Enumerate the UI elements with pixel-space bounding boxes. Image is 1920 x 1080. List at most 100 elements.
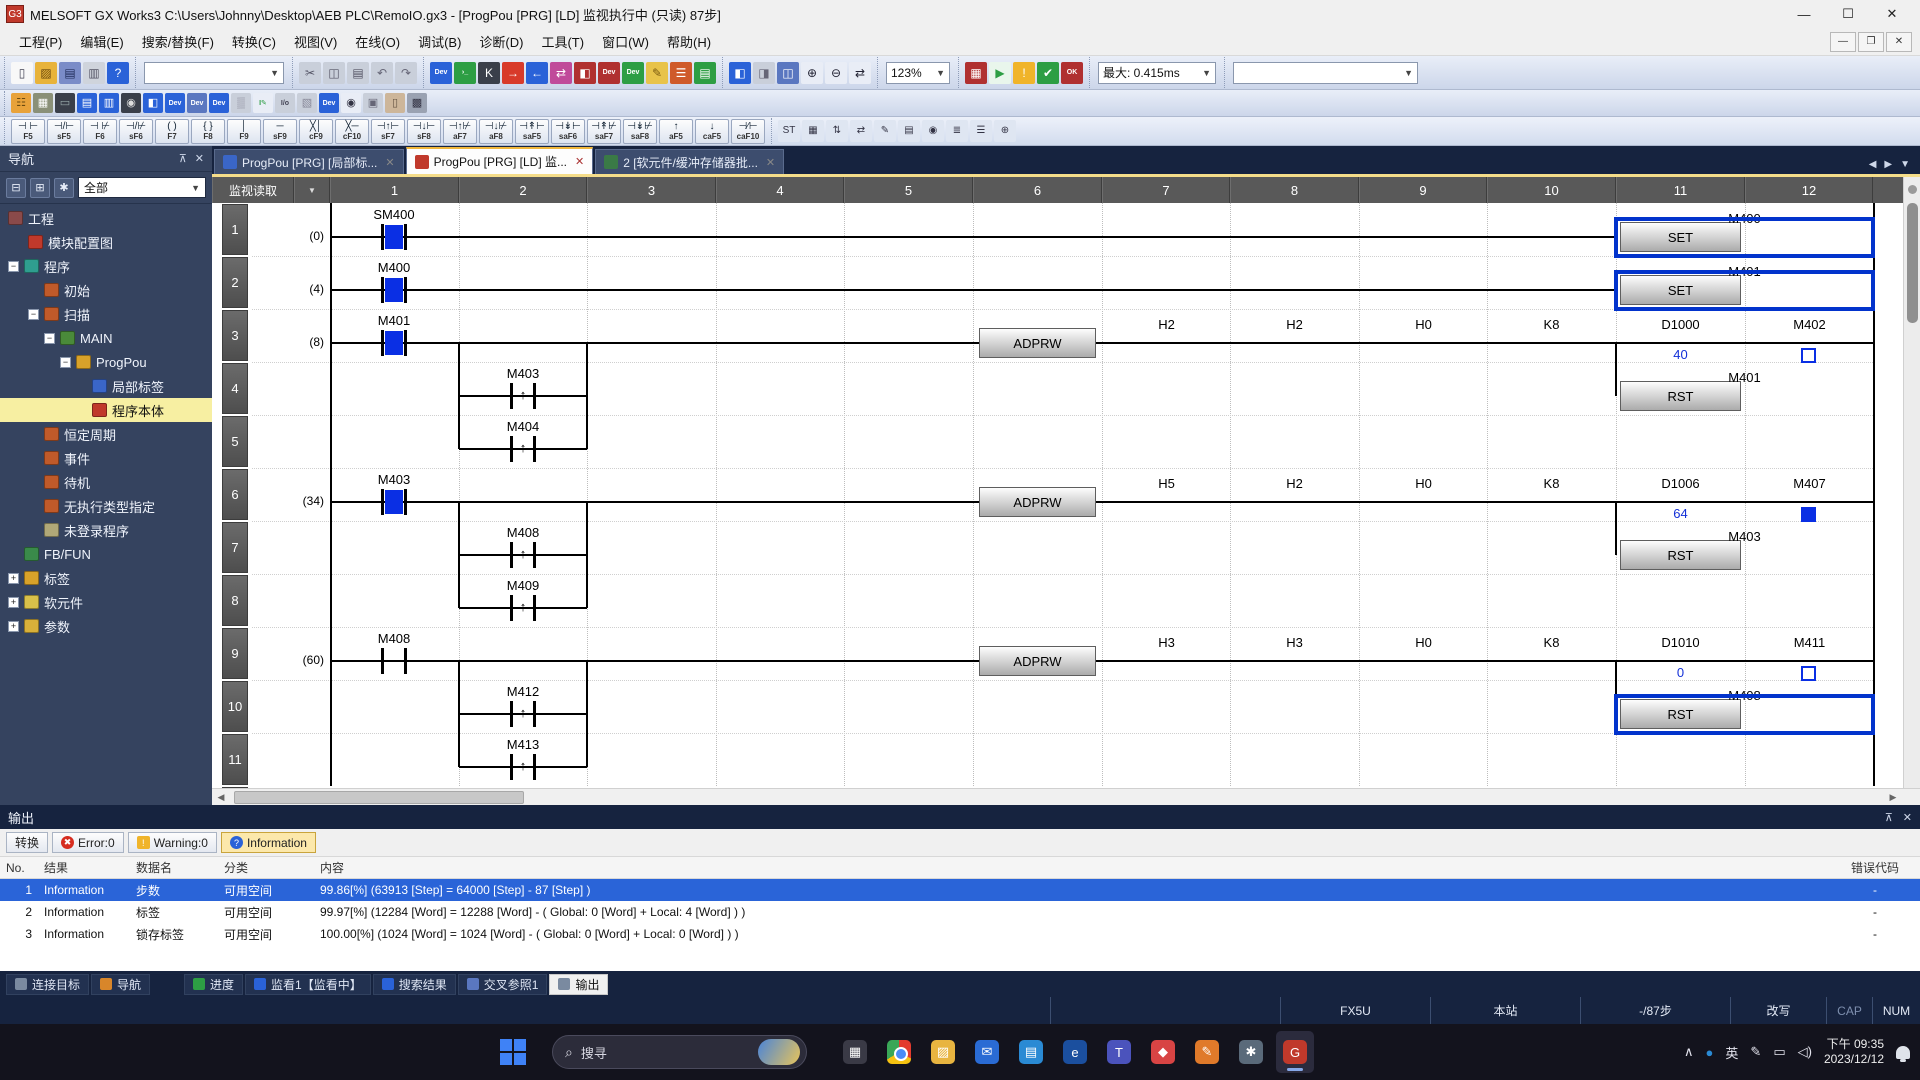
expand-icon[interactable]: + [8, 573, 19, 584]
paste-icon[interactable]: ▤ [347, 62, 369, 84]
windows-start-icon[interactable] [500, 1039, 526, 1065]
expand-icon[interactable]: + [8, 597, 19, 608]
operand-text[interactable]: H0 [1359, 635, 1488, 650]
collapse-icon[interactable]: − [44, 333, 55, 344]
tree-item-未登录程序[interactable]: 未登录程序 [0, 518, 212, 542]
chip-icon[interactable]: ▭ [55, 93, 75, 113]
rung-number-1[interactable]: 1 [222, 204, 248, 255]
device-ok-icon[interactable]: OK [1061, 62, 1083, 84]
ladder-symbol-button-cF10[interactable]: ╳─cF10 [335, 119, 369, 144]
expand-icon[interactable]: + [8, 621, 19, 632]
rung-number-7[interactable]: 7 [222, 522, 248, 573]
read-plc-icon[interactable]: ← [526, 62, 548, 84]
insert-row-icon[interactable]: ☰ [670, 62, 692, 84]
device-label[interactable]: M402 [1745, 317, 1874, 332]
dock-tab-导航[interactable]: 导航 [91, 974, 150, 995]
tree-item-事件[interactable]: 事件 [0, 446, 212, 470]
align-left-icon[interactable]: ◧ [729, 62, 751, 84]
rung-number-8[interactable]: 8 [222, 575, 248, 626]
zoom-level-combo[interactable]: 123%▼ [886, 62, 950, 84]
tree-item-程序本体[interactable]: 程序本体 [0, 398, 212, 422]
edge-icon[interactable]: e [1056, 1031, 1094, 1073]
dock-tab-连接目标[interactable]: 连接目标 [6, 974, 89, 995]
document-tab[interactable]: ProgPou [PRG] [局部标...✕ [214, 149, 404, 174]
ladder-block-icon[interactable]: ▦ [802, 120, 824, 142]
window-prev-icon[interactable]: ▣ [363, 93, 383, 113]
contact-bar[interactable] [404, 330, 407, 356]
nav-pin-icon[interactable]: ⊼ [179, 152, 187, 165]
monitor-mode-icon[interactable]: ▦ [965, 62, 987, 84]
fb-gray-icon[interactable]: ▒ [231, 93, 251, 113]
rung-number-2[interactable]: 2 [222, 257, 248, 308]
search-ladder-icon[interactable]: ◉ [922, 120, 944, 142]
swap-icon[interactable]: ⇄ [850, 120, 872, 142]
collapse-icon[interactable]: − [8, 261, 19, 272]
device-list-icon[interactable]: ▥ [99, 93, 119, 113]
copy-icon[interactable]: ◫ [323, 62, 345, 84]
vertical-scroll-thumb[interactable] [1907, 203, 1918, 323]
tree-item-局部标签[interactable]: 局部标签 [0, 374, 212, 398]
instruction-box-ADPRW[interactable]: ADPRW [979, 487, 1096, 517]
operand-text[interactable]: H0 [1359, 476, 1488, 491]
tree-item-MAIN[interactable]: −MAIN [0, 326, 212, 350]
language-indicator[interactable]: 英 [1725, 1043, 1738, 1062]
rung-number-9[interactable]: 9 [222, 628, 248, 679]
tree-item-模块配置图[interactable]: 模块配置图 [0, 230, 212, 254]
label-list-icon[interactable]: ▤ [77, 93, 97, 113]
teams-icon[interactable]: T [1100, 1031, 1138, 1073]
tree-item-扫描[interactable]: −扫描 [0, 302, 212, 326]
terminal-monitor-icon[interactable]: ›_ [454, 62, 476, 84]
output-instruction-RST[interactable]: RST [1620, 381, 1741, 411]
tree-item-无执行类型指定[interactable]: 无执行类型指定 [0, 494, 212, 518]
output-row[interactable]: 2Information标签可用空间99.97[%] (12284 [Word]… [0, 901, 1920, 923]
tree-item-标签[interactable]: +标签 [0, 566, 212, 590]
contact-bar[interactable] [381, 330, 384, 356]
device-label[interactable]: M407 [1745, 476, 1874, 491]
undo-icon[interactable]: ↶ [371, 62, 393, 84]
desktop-app-icon[interactable]: ▦ [836, 1031, 874, 1073]
paint-icon[interactable]: ✎ [1188, 1031, 1226, 1073]
output-row[interactable]: 3Information锁存标签可用空间100.00[%] (1024 [Wor… [0, 923, 1920, 945]
operand-text[interactable]: H2 [1102, 317, 1231, 332]
operand-text[interactable]: H2 [1230, 317, 1359, 332]
menu-item-窗口[interactable]: 窗口(W) [593, 28, 658, 55]
operand-text[interactable]: H0 [1359, 317, 1488, 332]
ladder-symbol-button-F6[interactable]: ⊣ ⊬F6 [83, 119, 117, 144]
photos-icon[interactable]: ◆ [1144, 1031, 1182, 1073]
tab-scroll-left-icon[interactable]: ◀ [1869, 159, 1877, 170]
file-explorer-icon[interactable]: ▨ [924, 1031, 962, 1073]
device-batch-icon[interactable]: Dev [598, 62, 620, 84]
mdi-minimize-icon[interactable]: — [1830, 32, 1856, 52]
ladder-symbol-button-sF8[interactable]: ⊣↓⊢sF8 [407, 119, 441, 144]
output-close-icon[interactable]: ✕ [1903, 811, 1912, 824]
convert-button[interactable]: 转换 [6, 832, 48, 853]
statement-icon[interactable]: ▤ [694, 62, 716, 84]
module-config-icon[interactable]: ▦ [33, 93, 53, 113]
device-stop-icon[interactable]: K [478, 62, 500, 84]
mdi-restore-icon[interactable]: ❐ [1858, 32, 1884, 52]
project-tree-icon[interactable]: ☷ [11, 93, 31, 113]
tray-chevron-icon[interactable]: ∧ [1684, 1044, 1694, 1060]
check-ok-icon[interactable]: ✔ [1037, 62, 1059, 84]
device-eye-icon[interactable]: Dev [319, 93, 339, 113]
device-display-icon[interactable]: Dev [430, 62, 452, 84]
ladder-symbol-button-F5[interactable]: ⊣ ⊢F5 [11, 119, 45, 144]
monitor-mode-cell[interactable]: 监视读取 [212, 177, 294, 203]
ladder-symbol-button-sF9[interactable]: ─sF9 [263, 119, 297, 144]
verify-icon[interactable]: ⇄ [550, 62, 572, 84]
zoom-fit-icon[interactable]: ⇄ [849, 62, 871, 84]
menu-item-在线[interactable]: 在线(O) [346, 28, 409, 55]
device-label[interactable]: D1006 [1616, 476, 1745, 491]
notification-bell-icon[interactable] [1896, 1046, 1910, 1059]
tree-item-软元件[interactable]: +软元件 [0, 590, 212, 614]
menu-item-工具[interactable]: 工具(T) [532, 28, 593, 55]
instruction-box-ADPRW[interactable]: ADPRW [979, 328, 1096, 358]
tree-item-FB/FUN[interactable]: FB/FUN [0, 542, 212, 566]
device-find-icon[interactable]: Dev [165, 93, 185, 113]
contact-bar[interactable] [404, 224, 407, 250]
operand-text[interactable]: H5 [1102, 476, 1231, 491]
operand-text[interactable]: H3 [1230, 635, 1359, 650]
tree-item-参数[interactable]: +参数 [0, 614, 212, 638]
write-plc-icon[interactable]: → [502, 62, 524, 84]
device-label[interactable]: D1000 [1616, 317, 1745, 332]
